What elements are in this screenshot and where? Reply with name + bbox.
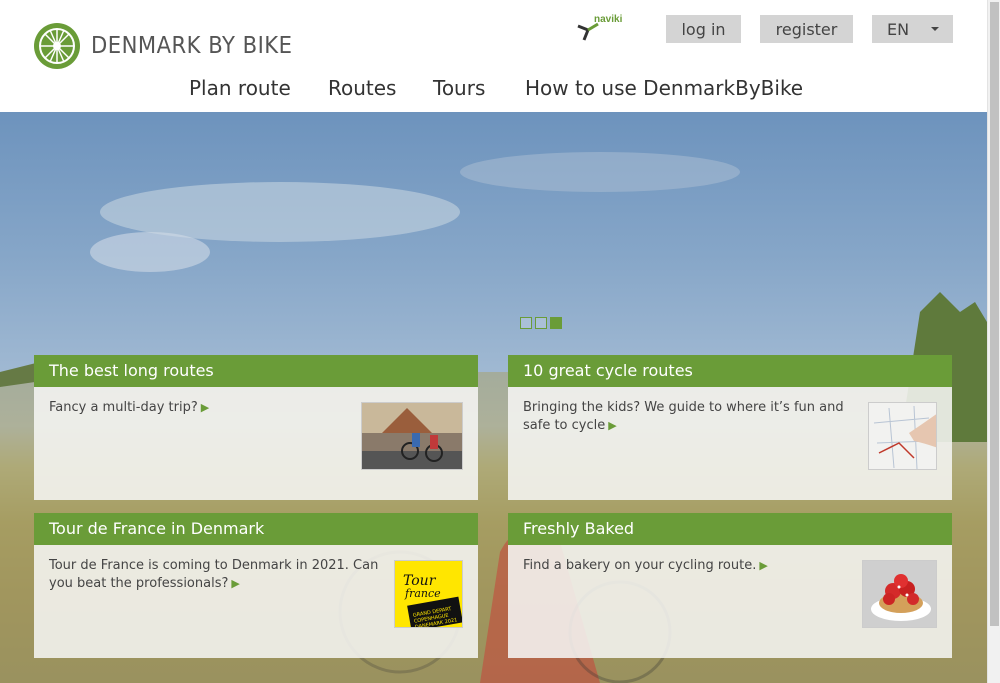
site-logo[interactable]: DENMARK BY BIKE xyxy=(33,22,310,70)
carousel-dot-2[interactable] xyxy=(535,317,547,329)
strawberry-tart-photo[interactable] xyxy=(862,560,937,628)
site-header: DENMARK BY BIKE naviki log in register E… xyxy=(0,0,987,112)
family-cyclists-photo[interactable] xyxy=(361,402,463,470)
login-button[interactable]: log in xyxy=(666,15,741,43)
nav-tours[interactable]: Tours xyxy=(433,76,485,100)
language-select[interactable]: EN xyxy=(872,15,953,43)
carousel-dot-1[interactable] xyxy=(520,317,532,329)
card-title: The best long routes xyxy=(34,355,478,387)
map-planning-photo[interactable] xyxy=(868,402,937,470)
card-title: Freshly Baked xyxy=(508,513,952,545)
card-text-line: Bringing the kids? We guide to where it’… xyxy=(523,400,844,415)
language-value: EN xyxy=(887,19,910,39)
card-text-line: you beat the professionals? xyxy=(49,576,229,591)
card-text-content: Find a bakery on your cycling route. xyxy=(523,558,757,573)
card-title: Tour de France in Denmark xyxy=(34,513,478,545)
card-long-routes[interactable]: The best long routes Fancy a multi-day t… xyxy=(34,355,478,500)
carousel-dot-3[interactable] xyxy=(550,317,562,329)
nav-routes[interactable]: Routes xyxy=(328,76,396,100)
main-nav: Plan route Routes Tours How to use Denma… xyxy=(0,76,987,102)
card-text: Tour de France is coming to Denmark in 2… xyxy=(49,557,378,593)
svg-text:france: france xyxy=(404,587,441,600)
arrow-right-icon[interactable]: ▶ xyxy=(608,419,616,432)
card-text: Fancy a multi-day trip? ▶ xyxy=(49,399,209,417)
card-tour-de-france[interactable]: Tour de France in Denmark Tour de France… xyxy=(34,513,478,658)
arrow-right-icon[interactable]: ▶ xyxy=(201,401,209,414)
register-button[interactable]: register xyxy=(760,15,853,43)
vertical-scrollbar[interactable] xyxy=(987,0,1000,683)
card-cycle-routes[interactable]: 10 great cycle routes Bringing the kids?… xyxy=(508,355,952,500)
card-text: Bringing the kids? We guide to where it’… xyxy=(523,399,844,435)
card-title: 10 great cycle routes xyxy=(508,355,952,387)
bike-wheel-icon xyxy=(34,23,80,69)
arrow-right-icon[interactable]: ▶ xyxy=(759,559,767,572)
naviki-logo-text: naviki xyxy=(594,14,623,25)
card-text-line: safe to cycle xyxy=(523,418,606,433)
card-text-line: Tour de France is coming to Denmark in 2… xyxy=(49,558,379,573)
card-text-content: Fancy a multi-day trip? xyxy=(49,400,198,415)
tour-de-france-logo[interactable]: Tour france GRAND DEPART COPENHAGUE DANE… xyxy=(394,560,463,628)
nav-plan-route[interactable]: Plan route xyxy=(189,76,291,100)
card-freshly-baked[interactable]: Freshly Baked Find a bakery on your cycl… xyxy=(508,513,952,658)
logo-text: DENMARK BY BIKE xyxy=(91,33,293,59)
nav-how-to-use[interactable]: How to use DenmarkByBike xyxy=(525,76,803,100)
caret-down-icon xyxy=(931,27,939,31)
scrollbar-thumb[interactable] xyxy=(990,2,999,626)
card-text: Find a bakery on your cycling route. ▶ xyxy=(523,557,768,575)
carousel-indicators xyxy=(520,317,562,329)
arrow-right-icon[interactable]: ▶ xyxy=(231,577,239,590)
